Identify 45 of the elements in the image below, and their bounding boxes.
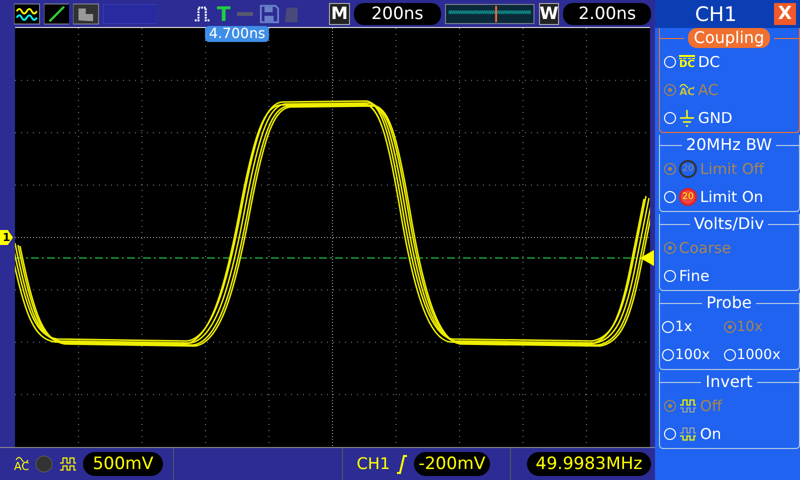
rising-edge-icon: [396, 454, 408, 474]
menu-option[interactable]: DC DC: [660, 48, 799, 76]
menu-option[interactable]: Fine: [660, 262, 799, 290]
menu-option[interactable]: 1000x: [722, 341, 799, 369]
square-wave-icon: [679, 398, 697, 414]
memory-overview-icon: [445, 2, 535, 24]
menu-option[interactable]: 20 Limit On: [660, 183, 799, 211]
menu-option[interactable]: 100x: [660, 341, 720, 369]
group-title: Volts/Div: [694, 214, 764, 234]
wave-icon: [679, 82, 695, 88]
empty-slot-icon: [102, 2, 158, 24]
wave-icon: [14, 456, 28, 462]
square-wave-icon: [59, 456, 78, 472]
trigger-source-label: CH1: [356, 453, 390, 475]
bandwidth-off-icon: [35, 455, 54, 473]
coupling-indicator: AC: [14, 456, 30, 472]
menu-key[interactable]: M: [329, 2, 350, 24]
group-title: Coupling: [688, 28, 770, 48]
group-title: Probe: [706, 293, 752, 313]
channel-marker: 1: [0, 230, 13, 245]
time-base-readout: 200ns: [354, 2, 442, 24]
line-icon[interactable]: [44, 2, 70, 24]
group-title: Invert: [705, 372, 753, 392]
trigger-mode-label: T: [216, 2, 230, 24]
coupling-icon: AC: [679, 82, 695, 98]
channel-wave-icon[interactable]: [14, 2, 40, 24]
close-button[interactable]: X: [774, 3, 796, 25]
menu-option[interactable]: GND: [660, 104, 799, 132]
square-wave-icon: [679, 426, 697, 442]
menu-option[interactable]: On: [660, 420, 799, 448]
trigger-level-readout: -200mV: [414, 452, 490, 476]
menu-option[interactable]: 1x: [660, 313, 720, 341]
save-icon[interactable]: [258, 2, 279, 24]
volts-per-div-readout: 500mV: [83, 452, 164, 476]
pattern-icon[interactable]: [73, 2, 99, 24]
menu-title: CH1: [695, 1, 737, 28]
window-time-base-readout: 2.00ns: [563, 2, 651, 24]
window-key[interactable]: W: [538, 2, 560, 24]
frequency-readout: 49.9983MHz: [527, 452, 651, 476]
group-title: 20MHz BW: [686, 135, 772, 155]
ground-icon: [679, 109, 695, 127]
menu-option[interactable]: AC AC: [660, 76, 799, 104]
trigger-position-marker: 4.700ns: [205, 26, 270, 42]
bandwidth-icon: 20: [679, 188, 697, 206]
bandwidth-icon: 20: [679, 160, 697, 178]
